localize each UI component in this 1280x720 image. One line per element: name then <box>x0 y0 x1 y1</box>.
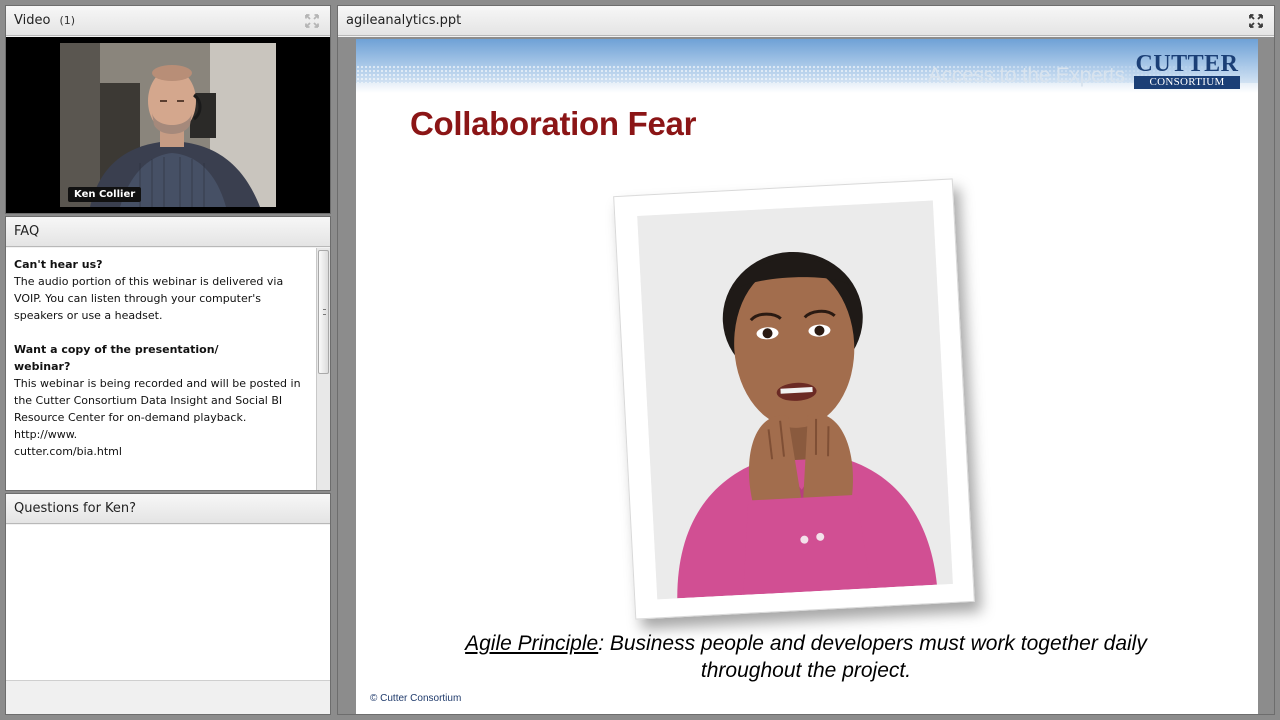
questions-chat-area <box>6 525 330 680</box>
caption-text: : Business people and developers must wo… <box>598 632 1147 682</box>
faq-question: Want a copy of the presentation/ <box>14 343 219 356</box>
faq-pod-header: FAQ <box>6 217 330 247</box>
anxious-woman-photo <box>637 200 953 600</box>
questions-pod-header: Questions for Ken? <box>6 494 330 524</box>
logo-subtitle: CONSORTIUM <box>1134 76 1240 89</box>
video-pod: Video (1) Ken Collier <box>5 5 331 214</box>
presenter-video-image <box>60 43 276 207</box>
slide-heading: Collaboration Fear <box>410 105 697 142</box>
webcam-video <box>60 43 276 207</box>
caption-term: Agile Principle <box>465 632 599 655</box>
video-count: (1) <box>59 14 76 27</box>
logo-wordmark: CUTTER <box>1135 51 1239 77</box>
maximize-icon[interactable] <box>304 13 320 29</box>
faq-link[interactable]: cutter.com/bia.html <box>14 443 308 460</box>
faq-pod: FAQ Can't hear us? The audio portion of … <box>5 216 331 491</box>
question-input[interactable] <box>6 680 330 714</box>
slide-stage: Access to the Experts CUTTER CONSORTIUM … <box>338 37 1274 714</box>
faq-scroll-thumb[interactable] <box>318 250 329 374</box>
video-pod-title: Video <box>14 13 51 28</box>
faq-content: Can't hear us? The audio portion of this… <box>6 248 316 490</box>
faq-question: webinar? <box>14 360 71 373</box>
slide-copyright: © Cutter Consortium <box>370 693 462 704</box>
presenter-name-tag: Ken Collier <box>68 187 142 202</box>
slide-pod-title: agileanalytics.ppt <box>346 13 462 28</box>
maximize-icon[interactable] <box>1248 13 1264 29</box>
questions-pod: Questions for Ken? <box>5 493 331 715</box>
faq-question: Can't hear us? <box>14 258 103 271</box>
faq-pod-title: FAQ <box>14 224 40 239</box>
slide-tagline: Access to the Experts <box>928 64 1125 87</box>
faq-scrollbar[interactable] <box>316 248 330 490</box>
slide-caption: Agile Principle: Business people and dev… <box>416 630 1196 684</box>
slide-pod: agileanalytics.ppt Access to the Experts… <box>337 5 1275 715</box>
slide-pod-header: agileanalytics.ppt <box>338 6 1274 36</box>
video-feed-area: Ken Collier <box>6 37 330 213</box>
faq-answer: This webinar is being recorded and will … <box>14 377 301 424</box>
presentation-slide: Access to the Experts CUTTER CONSORTIUM … <box>356 39 1258 714</box>
faq-link[interactable]: http://www. <box>14 426 308 443</box>
questions-pod-title: Questions for Ken? <box>14 501 137 516</box>
cutter-logo: CUTTER CONSORTIUM <box>1134 51 1240 89</box>
video-pod-header: Video (1) <box>6 6 330 36</box>
photo-frame <box>613 178 975 620</box>
faq-answer: The audio portion of this webinar is del… <box>14 275 284 322</box>
